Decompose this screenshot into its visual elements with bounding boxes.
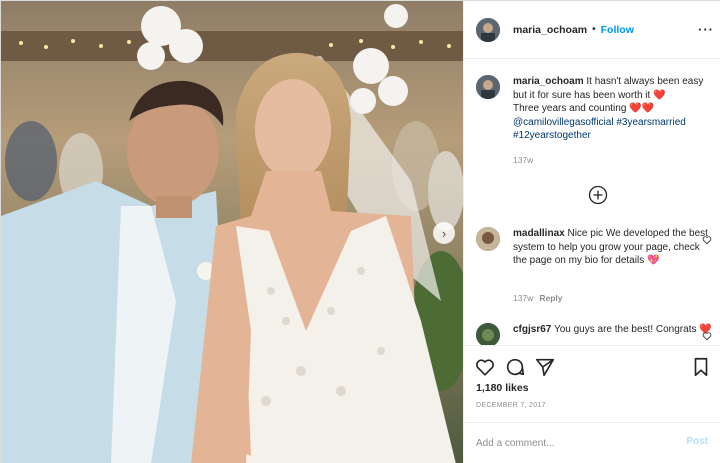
wedding-photo-illustration [1, 1, 463, 463]
mention-link[interactable]: @camilovillegasofficial [513, 117, 614, 128]
bookmark-icon[interactable] [690, 356, 712, 378]
caption-username[interactable]: maria_ochoam [513, 76, 584, 87]
commenter-username[interactable]: madallinax [513, 228, 565, 239]
heart-emoji: ❤️ [653, 89, 666, 101]
post-sidebar: maria_ochoam • Follow ··· maria_ochoam I… [463, 1, 720, 463]
add-comment-bar: Post [464, 422, 720, 463]
more-options-icon[interactable]: ··· [698, 23, 714, 36]
likes-count[interactable]: 1,180 likes [476, 382, 529, 394]
comment-icon[interactable] [504, 356, 526, 378]
commenter-avatar[interactable] [476, 323, 500, 345]
author-avatar[interactable] [476, 17, 500, 42]
instagram-post: › maria_ochoam • Follow ··· maria_ochoam… [0, 0, 720, 463]
caption-text: maria_ochoam It hasn't always been easy … [513, 75, 713, 143]
commenter-avatar[interactable] [476, 227, 500, 251]
comment-time[interactable]: 137w [513, 293, 533, 303]
caption-time[interactable]: 137w [513, 155, 533, 165]
comment-text: madallinax Nice pic We developed the bes… [513, 227, 713, 268]
heart-icon[interactable] [474, 356, 496, 378]
heart-emoji: ❤️ [641, 103, 655, 114]
plus-circle-icon[interactable] [588, 185, 608, 205]
comment-like-icon[interactable] [702, 235, 712, 245]
post-date: DECEMBER 7, 2017 [476, 402, 546, 409]
comment-meta: 137w Reply [513, 293, 562, 303]
comment-like-icon[interactable] [702, 331, 712, 341]
comments-list[interactable]: maria_ochoam It hasn't always been easy … [464, 59, 720, 345]
add-comment-input[interactable] [476, 435, 666, 451]
post-header: maria_ochoam • Follow ··· [464, 1, 720, 59]
paper-plane-icon[interactable] [534, 356, 556, 378]
author-username[interactable]: maria_ochoam [513, 24, 587, 36]
caption-line2: Three years and counting [513, 103, 627, 114]
hashtag-link[interactable]: #12yearstogether [513, 130, 591, 141]
follow-button[interactable]: Follow [601, 24, 634, 36]
action-bar [464, 345, 720, 385]
comment-body: You guys are the best! Congrats [553, 324, 697, 335]
heart-emoji: 💖 [646, 255, 660, 266]
post-photo[interactable]: › [1, 1, 463, 463]
chevron-right-icon[interactable]: › [433, 222, 455, 244]
separator-dot: • [592, 24, 596, 35]
comment-text: cfgjsr67 You guys are the best! Congrats… [513, 323, 713, 337]
heart-emoji: ❤️ [629, 103, 642, 114]
hashtag-link[interactable]: #3yearsmarried [616, 117, 685, 128]
post-comment-button[interactable]: Post [686, 436, 708, 447]
commenter-username[interactable]: cfgjsr67 [513, 324, 551, 335]
reply-button[interactable]: Reply [539, 293, 562, 303]
caption-avatar[interactable] [476, 75, 500, 99]
